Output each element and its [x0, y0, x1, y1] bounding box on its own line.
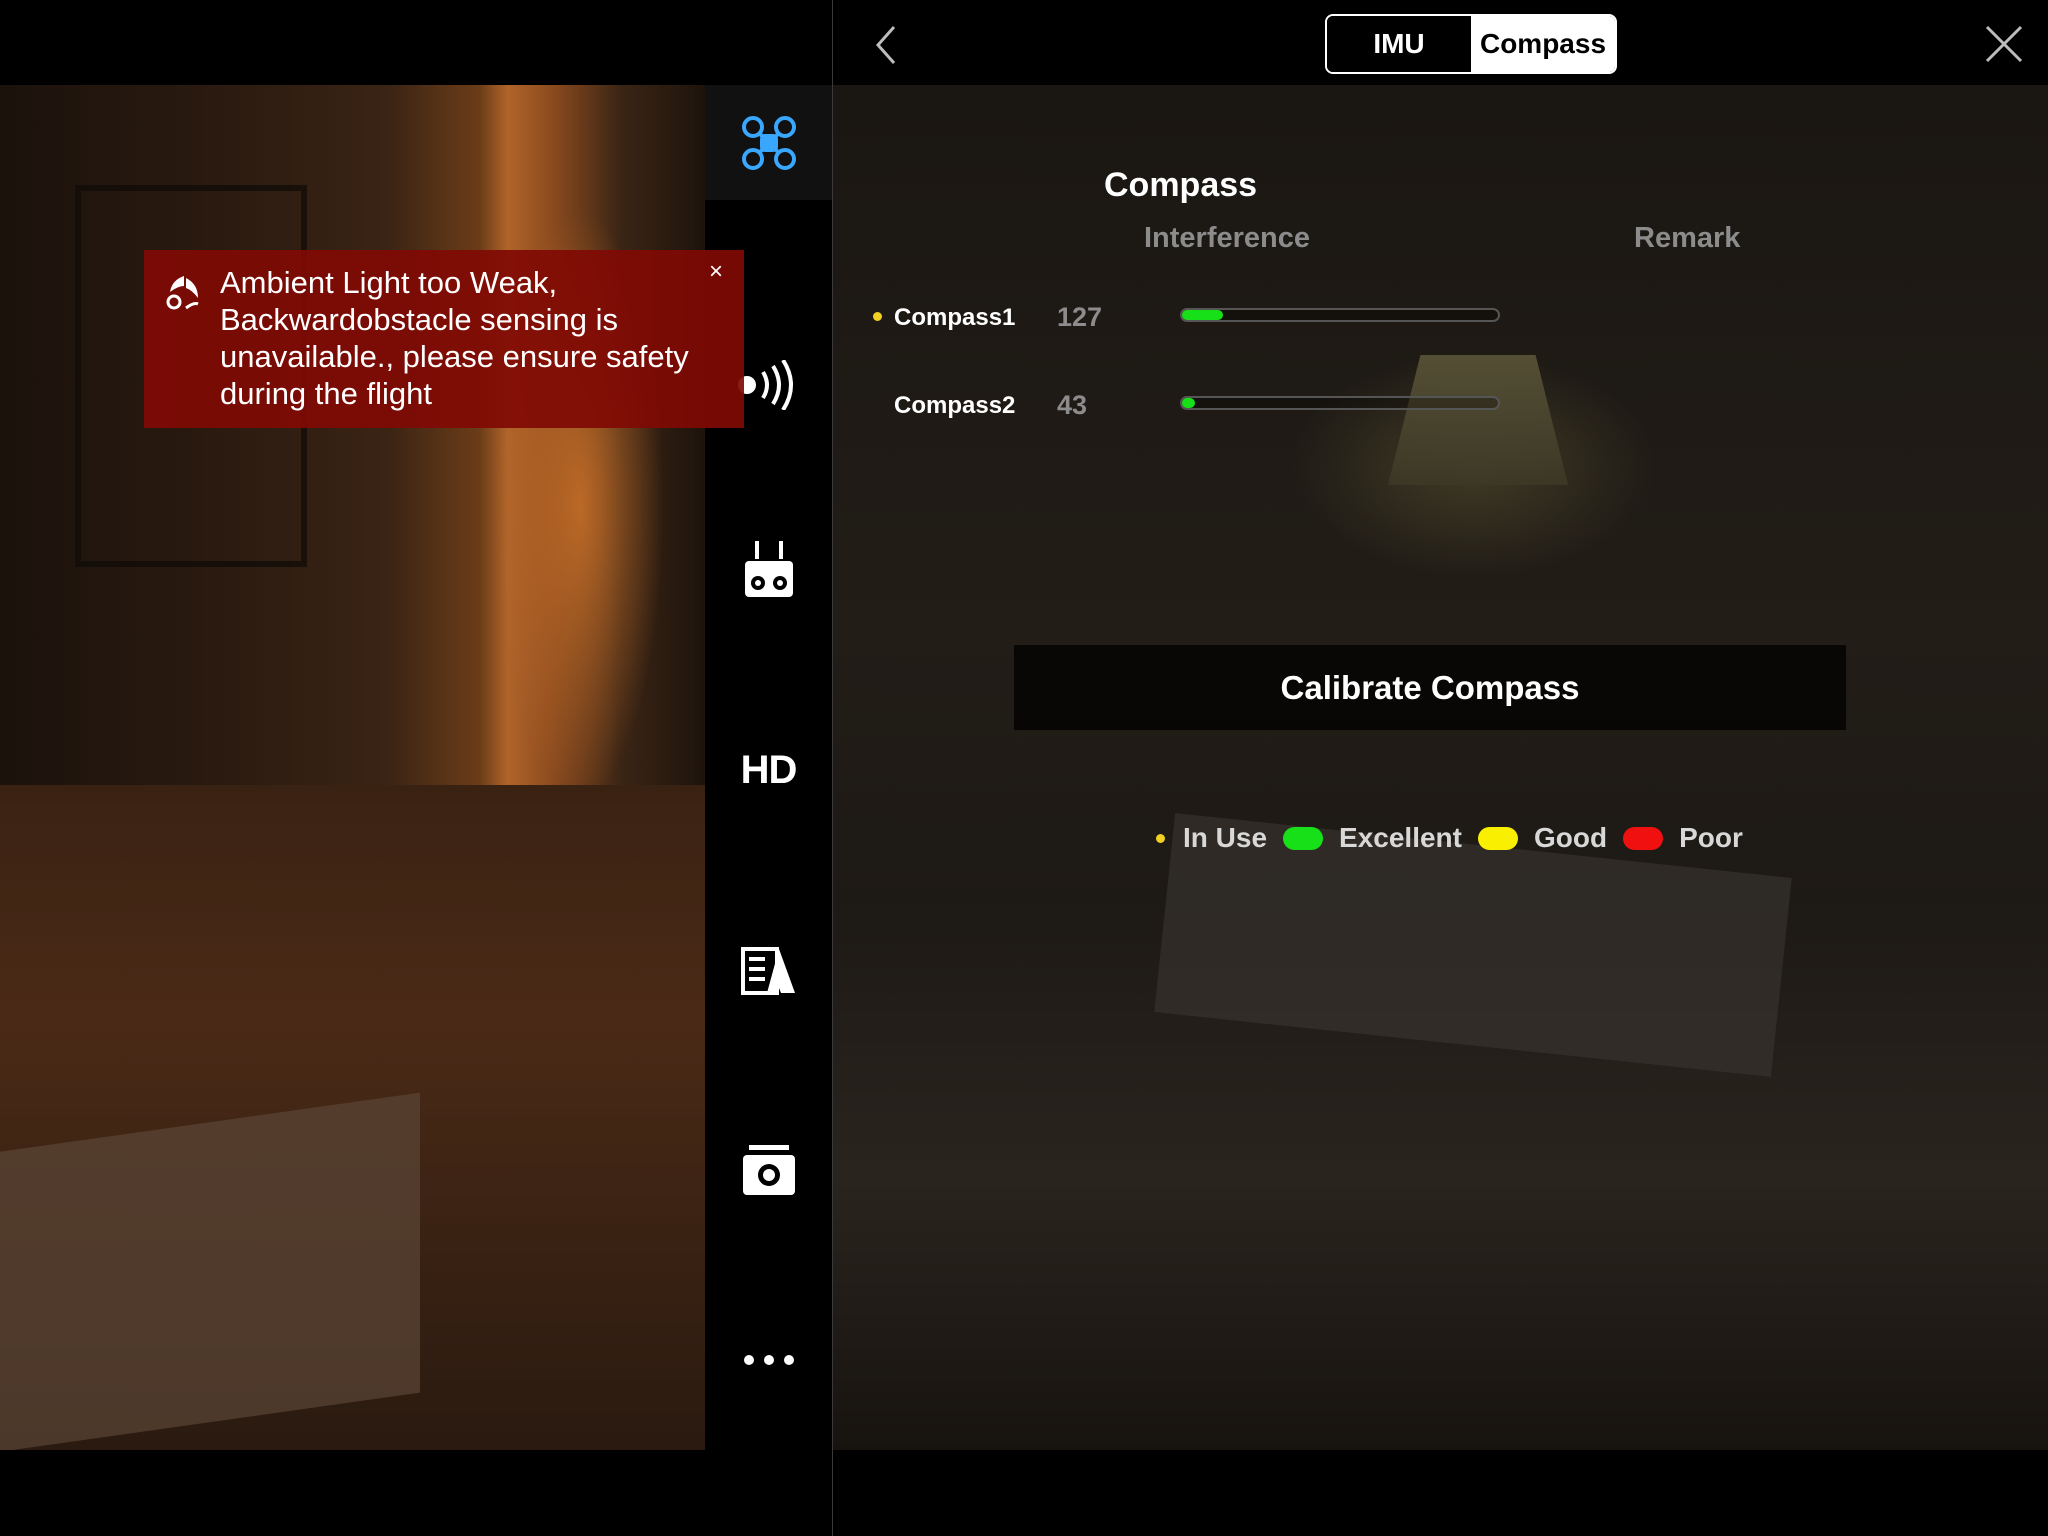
remote-controller-icon — [744, 541, 793, 597]
warning-alert: Ambient Light too Weak, Backwardobstacle… — [144, 250, 744, 428]
interference-bar — [1180, 396, 1500, 410]
tab-compass[interactable]: Compass — [1471, 16, 1615, 72]
back-button[interactable] — [866, 22, 906, 68]
nav-aircraft[interactable] — [705, 85, 832, 200]
background-lamp — [1388, 355, 1568, 485]
good-legend-swatch — [1477, 826, 1518, 850]
alert-close-button[interactable]: × — [709, 258, 723, 286]
in-use-indicator — [873, 312, 882, 321]
legend-poor: Poor — [1679, 822, 1743, 853]
imu-compass-toggle: IMU Compass — [1325, 14, 1617, 74]
poor-legend-swatch — [1623, 826, 1664, 850]
chevron-left-icon — [875, 26, 896, 64]
obstacle-sensing-icon — [166, 276, 199, 310]
camera-feed-right — [833, 85, 2048, 1450]
panel-divider — [832, 0, 833, 1536]
compass-interference-value: 43 — [1057, 390, 1088, 420]
interference-bar-fill — [1182, 310, 1223, 320]
nav-remote-controller[interactable] — [705, 470, 832, 670]
nav-battery[interactable] — [705, 870, 832, 1070]
compass-name: Compass1 — [894, 304, 1016, 331]
bottom-bar — [0, 1450, 2048, 1536]
calibrate-compass-button[interactable]: Calibrate Compass — [1014, 645, 1846, 730]
excellent-legend-swatch — [1283, 826, 1324, 850]
hd-transmission-icon: HD — [740, 747, 798, 792]
nav-more[interactable] — [705, 1270, 832, 1450]
nav-hd-transmission[interactable]: HD — [705, 670, 832, 870]
compass-name: Compass2 — [894, 392, 1016, 419]
compass-interference-value: 127 — [1057, 302, 1103, 332]
compass-section-title: Compass — [1104, 166, 1258, 204]
legend-excellent: Excellent — [1339, 822, 1462, 853]
status-legend: In Use Excellent Good Poor — [1156, 818, 1759, 858]
close-button[interactable] — [1982, 22, 2026, 66]
nav-camera[interactable] — [705, 1070, 832, 1270]
in-use-legend-dot — [1156, 833, 1165, 843]
camera-icon — [742, 1145, 795, 1195]
top-bar — [0, 0, 2048, 85]
battery-icon — [740, 947, 795, 995]
tab-imu[interactable]: IMU — [1327, 16, 1471, 72]
legend-in-use: In Use — [1183, 822, 1268, 853]
interference-bar — [1180, 308, 1500, 322]
more-icon — [743, 1355, 794, 1365]
alert-message: Ambient Light too Weak, Backwardobstacle… — [220, 265, 689, 411]
remark-column-header: Remark — [1634, 222, 1741, 254]
close-icon — [1985, 25, 2023, 63]
legend-good: Good — [1533, 822, 1608, 853]
interference-bar-fill — [1182, 398, 1195, 408]
sensor-signal-icon — [737, 360, 793, 410]
aircraft-icon — [741, 115, 796, 170]
interference-column-header: Interference — [1144, 222, 1311, 254]
